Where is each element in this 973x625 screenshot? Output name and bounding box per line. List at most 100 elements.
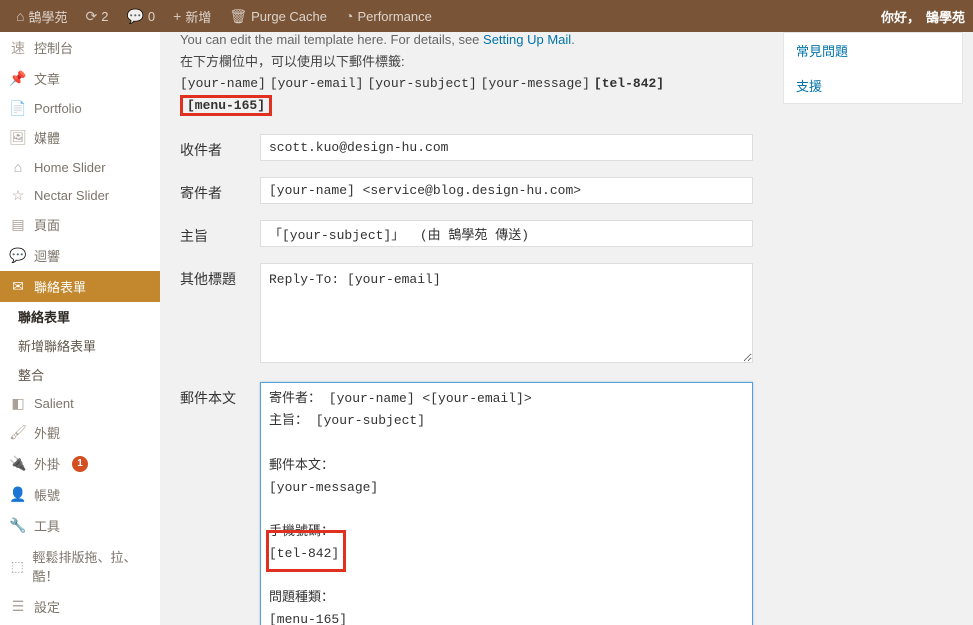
updates-count: 2 [101, 9, 108, 24]
sidebar-item-label: 外觀 [34, 423, 60, 442]
greeting-prefix: 你好， [881, 7, 920, 26]
sidebar-item-users[interactable]: 👤 帳號 [0, 479, 160, 510]
subject-input[interactable] [260, 220, 753, 247]
purge-label: Purge Cache [251, 9, 327, 24]
portfolio-icon: 📄 [10, 100, 26, 116]
setup-mail-link[interactable]: Setting Up Mail [483, 32, 571, 47]
dashboard-icon: 速 [10, 40, 26, 56]
sidebar-item-media[interactable]: 🖼 媒體 [0, 122, 160, 153]
to-input[interactable] [260, 134, 753, 161]
new-label: 新增 [185, 7, 211, 26]
sidebar-item-pagebuilder[interactable]: ⬚ 輕鬆排版拖、拉、酷！ [0, 541, 160, 591]
nectar-slider-icon: ☆ [10, 187, 26, 203]
submenu-contact-list[interactable]: 聯絡表單 [0, 302, 160, 331]
mail-tag[interactable]: [tel-842] [594, 76, 664, 91]
users-icon: 👤 [10, 487, 26, 503]
site-home-link[interactable]: ⌂ 鵠學苑 [8, 0, 75, 32]
admin-sidebar: 速控制台 📌 文章 📄 Portfolio 🖼 媒體 ⌂ Home Slider ☆ Nectar … [0, 32, 160, 625]
plus-icon: + [173, 8, 181, 24]
plugins-icon: 🔌 [10, 456, 26, 472]
to-label: 收件者 [180, 134, 260, 160]
helpbox-support[interactable]: 支援 [784, 68, 962, 103]
submenu-contact-new[interactable]: 新增聯絡表單 [0, 331, 160, 360]
sidebar-item-label: 外掛 [34, 454, 60, 473]
sidebar-item-label: Portfolio [34, 101, 82, 116]
from-label: 寄件者 [180, 177, 260, 203]
headers-textarea[interactable] [260, 263, 753, 363]
pagebuilder-icon: ⬚ [10, 558, 24, 574]
sidebar-item-label: 迴響 [34, 246, 60, 265]
sidebar-item-label: Nectar Slider [34, 188, 109, 203]
sidebar-item-label: 頁面 [34, 215, 60, 234]
sidebar-item-nectar-slider[interactable]: ☆ Nectar Slider [0, 181, 160, 209]
tools-icon: 🔧 [10, 518, 26, 534]
comment-icon: 💬 [126, 8, 143, 25]
sidebar-item-comments[interactable]: 💬 迴響 [0, 240, 160, 271]
subject-label: 主旨 [180, 220, 260, 246]
appearance-icon: 🖌 [10, 425, 26, 441]
sidebar-item-portfolio[interactable]: 📄 Portfolio [0, 94, 160, 122]
purge-cache-link[interactable]: 🗑 Purge Cache [221, 0, 335, 32]
settings-icon: ☰ [10, 599, 26, 615]
sidebar-item-plugins[interactable]: 🔌 外掛 1 [0, 448, 160, 479]
sidebar-item-label: 媒體 [34, 128, 60, 147]
comments-icon: 💬 [10, 248, 26, 264]
sidebar-item-label: 帳號 [34, 485, 60, 504]
perf-label: Performance [357, 9, 431, 24]
performance-link[interactable]: ◔ Performance [337, 0, 440, 32]
sidebar-item-pages[interactable]: ▤ 頁面 [0, 209, 160, 240]
intro-text: You can edit the mail template here. For… [180, 32, 753, 47]
from-input[interactable] [260, 177, 753, 204]
main-area: You can edit the mail template here. For… [160, 32, 973, 625]
new-content-link[interactable]: + 新增 [165, 0, 219, 32]
trash-icon: 🗑 [229, 8, 247, 25]
sidebar-item-appearance[interactable]: 🖌 外觀 [0, 417, 160, 448]
greeting-name: 鵠學苑 [926, 7, 965, 26]
gauge-icon: ◔ [345, 8, 353, 24]
sidebar-item-tools[interactable]: 🔧 工具 [0, 510, 160, 541]
updates-link[interactable]: ⟳ 2 [77, 0, 116, 32]
sidebar-item-salient[interactable]: ◧ Salient [0, 389, 160, 417]
mail-tag[interactable]: [your-name] [180, 76, 266, 91]
updates-icon: ⟳ [85, 8, 97, 25]
content-column: You can edit the mail template here. For… [160, 32, 773, 625]
sidebar-item-contact[interactable]: ✉ 聯絡表單 [0, 271, 160, 302]
sidebar-item-label: 設定 [34, 597, 60, 616]
mail-tag[interactable]: [menu-165] [180, 95, 272, 116]
admin-bar: ⌂ 鵠學苑 ⟳ 2 💬 0 + 新增 🗑 Purge Cache ◔ Perfo… [0, 0, 973, 32]
body-label: 郵件本文 [180, 382, 260, 408]
sidebar-item-settings[interactable]: ☰ 設定 [0, 591, 160, 622]
mail-tags-row: [your-name] [your-email][your-subject] [yo… [180, 76, 753, 116]
sidebar-item-label: 控制台 [34, 38, 73, 57]
help-box: 常見問題支援 [783, 32, 963, 104]
mail-icon: ✉ [10, 279, 26, 295]
home-slider-icon: ⌂ [10, 159, 26, 175]
headers-label: 其他標題 [180, 263, 260, 289]
sidebar-item-label: 工具 [34, 516, 60, 535]
mail-tag[interactable]: [your-email] [270, 76, 364, 91]
sidebar-item-label: 輕鬆排版拖、拉、酷！ [32, 547, 150, 585]
site-name: 鵠學苑 [28, 7, 67, 26]
sidebar-item-home-slider[interactable]: ⌂ Home Slider [0, 153, 160, 181]
sidebar-item-label: 文章 [34, 69, 60, 88]
media-icon: 🖼 [10, 130, 26, 146]
body-textarea[interactable] [260, 382, 753, 625]
sidebar-item-dashboard[interactable]: 速控制台 [0, 32, 160, 63]
comments-link[interactable]: 💬 0 [118, 0, 163, 32]
greeting[interactable]: 你好， 鵠學苑 [881, 7, 965, 26]
home-icon: ⌂ [16, 8, 24, 24]
mail-tag[interactable]: [your-subject] [367, 76, 476, 91]
update-badge: 1 [72, 456, 88, 472]
helpbox-faq[interactable]: 常見問題 [784, 33, 962, 68]
posts-icon: 📌 [10, 71, 26, 87]
submenu-contact-integrate[interactable]: 整合 [0, 360, 160, 389]
sidebar-item-label: Salient [34, 396, 74, 411]
sidebar-item-label: Home Slider [34, 160, 106, 175]
sidebar-item-posts[interactable]: 📌 文章 [0, 63, 160, 94]
sidebar-item-label: 聯絡表單 [34, 277, 86, 296]
mail-tag[interactable]: [your-message] [481, 76, 590, 91]
right-column: 常見問題支援 [773, 32, 973, 625]
salient-icon: ◧ [10, 395, 26, 411]
pages-icon: ▤ [10, 217, 26, 233]
tags-hint: 在下方欄位中，可以使用以下郵件標籤: [180, 51, 753, 70]
